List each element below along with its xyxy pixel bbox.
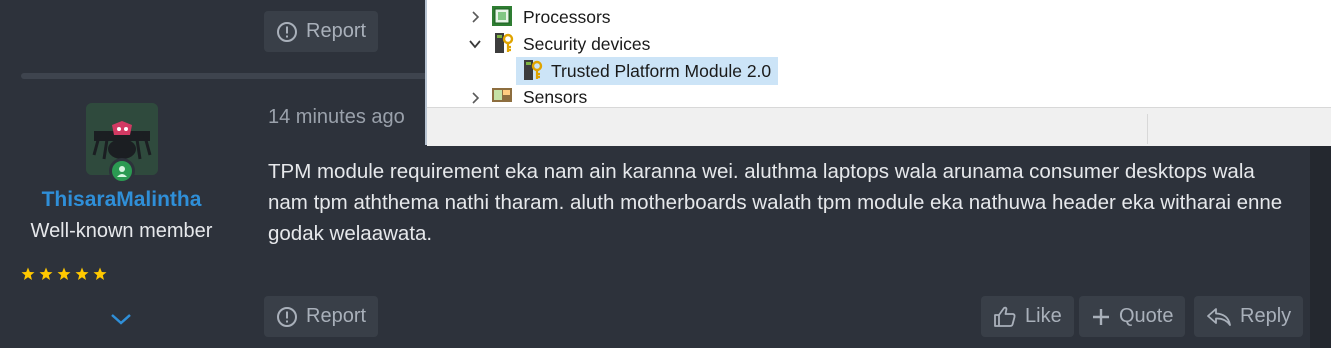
- post-timestamp[interactable]: 14 minutes ago: [268, 106, 405, 129]
- alert-circle-icon: [276, 306, 298, 328]
- thumbs-up-icon: [993, 306, 1017, 328]
- status-bar: [427, 107, 1331, 146]
- like-label: Like: [1025, 305, 1062, 327]
- report-button-top[interactable]: Report: [264, 11, 379, 52]
- device-category-security-devices[interactable]: Security devices: [523, 31, 650, 58]
- online-status-icon: [109, 158, 135, 184]
- quote-button[interactable]: Quote: [1079, 296, 1186, 337]
- device-manager-screenshot: Processors Security devices Trusted Plat…: [425, 0, 1331, 146]
- quote-label: Quote: [1119, 305, 1174, 327]
- report-label: Report: [306, 20, 367, 42]
- chevron-right-icon[interactable]: [468, 10, 482, 24]
- device-category-processors[interactable]: Processors: [523, 4, 611, 31]
- like-button[interactable]: Like: [981, 296, 1074, 337]
- report-button[interactable]: Report: [264, 296, 379, 337]
- security-key-icon: [524, 60, 543, 80]
- alert-circle-icon: [276, 21, 298, 43]
- rating-stars: [21, 267, 107, 286]
- reply-label: Reply: [1240, 305, 1292, 327]
- user-title: Well-known member: [30, 220, 213, 242]
- reply-arrow-icon: [1206, 306, 1232, 328]
- username-link[interactable]: ThisaraMalintha: [0, 188, 243, 212]
- star-icon: [39, 267, 53, 286]
- star-icon: [57, 267, 71, 286]
- processor-chip-icon: [492, 6, 512, 26]
- chevron-right-icon[interactable]: [468, 91, 482, 105]
- chevron-down-icon[interactable]: [468, 37, 482, 51]
- device-trusted-platform-module[interactable]: Trusted Platform Module 2.0: [551, 58, 771, 85]
- chevron-down-icon[interactable]: [108, 310, 134, 333]
- reply-button[interactable]: Reply: [1194, 296, 1304, 337]
- report-label: Report: [306, 305, 367, 327]
- security-key-icon: [495, 33, 514, 53]
- star-icon: [21, 267, 35, 286]
- plus-icon: [1091, 307, 1111, 327]
- star-icon: [75, 267, 89, 286]
- sensor-icon: [492, 88, 512, 102]
- star-icon: [93, 267, 107, 286]
- status-bar-separator: [1147, 114, 1148, 144]
- post-message: TPM module requirement eka nam ain karan…: [268, 160, 1283, 245]
